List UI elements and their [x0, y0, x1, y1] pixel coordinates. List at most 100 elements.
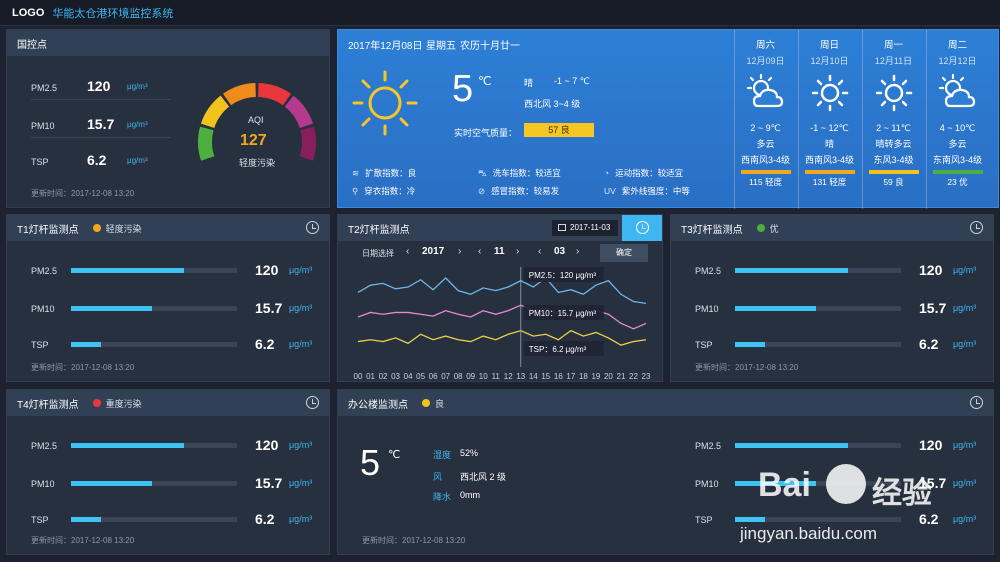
- x-tick-label: 22: [629, 372, 638, 381]
- tooltip-text: PM10：15.7 μg/m³: [529, 309, 597, 318]
- forecast-cond: 晴: [824, 139, 834, 149]
- index-label: 运动指数：较适宜: [615, 168, 684, 178]
- year-next-button[interactable]: ›: [458, 246, 461, 257]
- cloud-sun-icon: [938, 73, 975, 108]
- temp-unit: ℃: [478, 74, 492, 88]
- status-dot: [756, 224, 765, 232]
- forecast-aqi: 59 良: [883, 177, 904, 187]
- index-sport: ◔ 运动指数：较适宜: [604, 167, 683, 179]
- metric-row: PM10 15.7 μg/m³: [671, 299, 993, 319]
- tooltip-0: PM2.5：120 μg/m³: [523, 267, 604, 282]
- updated-time: 更新时间：2017-12-08 13:20: [31, 363, 135, 372]
- panel-title: T2灯杆监测点: [348, 224, 410, 236]
- row-unit: μg/m³: [127, 82, 148, 91]
- metric-unit: μg/m³: [289, 514, 313, 524]
- metric-row: PM2.5 120 μg/m³: [671, 436, 995, 456]
- day-value: 03: [554, 246, 566, 257]
- x-tick-label: 00: [354, 372, 363, 381]
- metric-label: TSP: [31, 515, 49, 525]
- month-prev-button[interactable]: ‹: [478, 246, 481, 257]
- x-tick-label: 09: [466, 372, 475, 381]
- metric-bar-fill: [735, 268, 848, 273]
- metric-bar-fill: [71, 306, 153, 311]
- t2-header: T2灯杆监测点 2017-11-03: [338, 215, 662, 241]
- panel-title: 国控点: [17, 39, 47, 51]
- forecast-date: 12月12日: [938, 56, 977, 66]
- metric-row: PM2.5 120 μg/m³: [7, 261, 329, 281]
- metric-unit: μg/m³: [289, 339, 313, 349]
- confirm-button[interactable]: 确定: [600, 244, 648, 262]
- clock-icon: [636, 221, 649, 234]
- day-prev-button[interactable]: ‹: [538, 246, 541, 257]
- row-value: 15.7: [87, 116, 115, 132]
- gauge-segment: [257, 83, 291, 106]
- metric-bar-fill: [735, 306, 817, 311]
- index-label: 感冒指数：较易发: [491, 186, 560, 196]
- t2-panel: T2灯杆监测点 2017-11-03 日期选择 ‹ 2017 › ‹ 11 › …: [337, 214, 663, 382]
- metric-row: PM10 15.7 μg/m³: [7, 474, 329, 494]
- x-tick-label: 05: [416, 372, 425, 381]
- clock-icon[interactable]: [970, 221, 983, 234]
- clock-icon[interactable]: [306, 221, 319, 234]
- index-carwash: ⛍ 洗车指数：较适宜: [478, 167, 561, 180]
- metric-label: PM2.5: [695, 266, 722, 276]
- month-next-button[interactable]: ›: [516, 246, 519, 257]
- air-quality-label: 实时空气质量：: [454, 128, 518, 138]
- status-dot: [92, 399, 101, 407]
- metric-bar-fill: [735, 342, 765, 347]
- forecast-date: 12月09日: [746, 56, 785, 66]
- status-text: 轻度污染: [105, 223, 142, 234]
- metric-value: 15.7: [919, 300, 947, 316]
- weather-panel: 2017年12月08日 星期五 农历十月廿一 5 ℃ 晴 -1 ~ 7 ℃ 西北…: [337, 29, 999, 209]
- metric-bar-fill: [71, 443, 184, 448]
- date-picker-bar: 日期选择 ‹ 2017 › ‹ 11 › ‹ 03 › 确定: [338, 242, 662, 264]
- metric-value: 6.2: [255, 336, 275, 352]
- status-text: 良: [435, 398, 445, 409]
- metric-unit: μg/m³: [289, 440, 313, 450]
- x-tick-label: 18: [579, 372, 588, 381]
- metric-bar-fill: [735, 443, 848, 448]
- metric-label: PM10: [31, 304, 55, 314]
- metric-label: TSP: [31, 340, 49, 350]
- x-tick-label: 04: [404, 372, 413, 381]
- forecast-wind: 西南风3-4级: [804, 155, 854, 165]
- metric-unit: μg/m³: [289, 265, 313, 275]
- forecast-cond: 晴转多云: [875, 139, 912, 149]
- forecast-temp: 2 ~ 11℃: [876, 123, 911, 133]
- x-tick-label: 16: [554, 372, 563, 381]
- date-select-label: 日期选择: [362, 249, 394, 258]
- metric-bar: [735, 306, 901, 311]
- date-display[interactable]: 2017-11-03: [552, 220, 618, 236]
- aqi-value: 127: [240, 132, 267, 149]
- clock-icon[interactable]: [306, 396, 319, 409]
- forecast-temp: 2 ~ 9℃: [750, 123, 781, 133]
- updated-time: 更新时间：2017-12-08 13:20: [31, 189, 135, 198]
- row-value: 120: [87, 78, 111, 94]
- metric-label: PM2.5: [695, 441, 722, 451]
- t4-header: T4灯杆监测点 重度污染: [7, 390, 329, 416]
- metric-row: TSP 6.2 μg/m³: [671, 335, 993, 355]
- x-tick-label: 02: [379, 372, 388, 381]
- metric-row: TSP 6.2 μg/m³: [7, 335, 329, 355]
- pill-icon: ⊘: [478, 186, 486, 196]
- metric-bar: [735, 443, 901, 448]
- forecast-aqi: 131 轻度: [812, 177, 847, 187]
- logo: LOGO: [12, 6, 45, 19]
- day-next-button[interactable]: ›: [576, 246, 579, 257]
- forecast-cond: 多云: [948, 139, 967, 149]
- weather-weekday: 星期五: [426, 41, 456, 52]
- metric-unit: μg/m³: [289, 303, 313, 313]
- status-dot: [92, 224, 101, 232]
- gauge-segment: [299, 126, 316, 161]
- weather-condition: 晴: [524, 78, 534, 88]
- metric-bar: [71, 342, 237, 347]
- panel-title: T1灯杆监测点: [17, 224, 79, 236]
- x-tick-label: 07: [441, 372, 450, 381]
- index-cold: ⊘ 感冒指数：较易发: [478, 185, 559, 197]
- clock-button[interactable]: [622, 215, 662, 241]
- forecast-wind: 东南风3-4级: [932, 155, 982, 165]
- year-prev-button[interactable]: ‹: [406, 246, 409, 257]
- updated-time: 更新时间：2017-12-08 13:20: [362, 536, 466, 545]
- x-tick-label: 23: [642, 372, 651, 381]
- watermark-jingyan: 经验: [872, 477, 932, 510]
